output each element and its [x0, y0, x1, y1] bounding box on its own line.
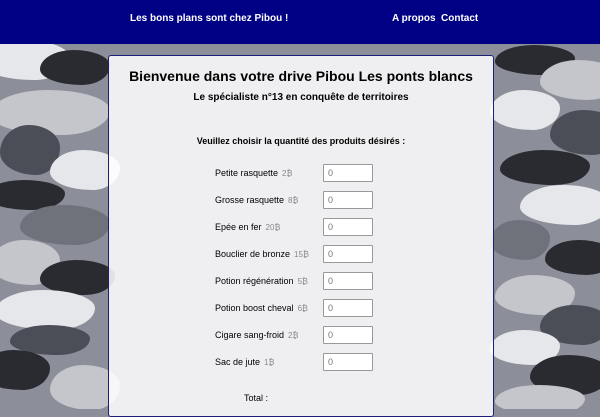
- quantity-input[interactable]: [323, 326, 373, 344]
- product-name: Sac de jute: [215, 357, 261, 367]
- product-row: Grosse rasquette 8₿: [215, 191, 475, 211]
- product-label: Epée en fer 20₿: [215, 222, 280, 232]
- nav-link-a-propos[interactable]: A propos: [392, 13, 436, 24]
- quantity-input[interactable]: [323, 164, 373, 182]
- page-title: Bienvenue dans votre drive Pibou Les pon…: [129, 68, 473, 84]
- quantity-input[interactable]: [323, 272, 373, 290]
- product-name: Potion boost cheval: [215, 303, 294, 313]
- product-row: Potion boost cheval 6₿: [215, 299, 475, 319]
- product-label: Grosse rasquette 8₿: [215, 195, 298, 205]
- top-navbar: Les bons plans sont chez Pibou ! A propo…: [0, 0, 600, 44]
- product-row: Bouclier de bronze 15₿: [215, 245, 475, 265]
- product-row: Potion régénération 5₿: [215, 272, 475, 292]
- product-price: 5₿: [297, 277, 308, 286]
- product-price: 1₿: [264, 358, 275, 367]
- product-price: 15₿: [294, 250, 309, 259]
- product-name: Grosse rasquette: [215, 195, 285, 205]
- product-row: Cigare sang-froid 2₿: [215, 326, 475, 346]
- page-subtitle: Le spécialiste n°13 en conquête de terri…: [193, 92, 409, 103]
- nav-link-contact[interactable]: Contact: [441, 13, 478, 24]
- product-name: Petite rasquette: [215, 168, 279, 178]
- product-name: Potion régénération: [215, 276, 294, 286]
- product-price: 8₿: [288, 196, 299, 205]
- product-label: Cigare sang-froid 2₿: [215, 330, 298, 340]
- product-name: Cigare sang-froid: [215, 330, 285, 340]
- product-price: 2₿: [288, 331, 299, 340]
- product-price: 20₿: [265, 223, 281, 232]
- product-label: Sac de jute 1₿: [215, 357, 274, 367]
- quantity-input[interactable]: [323, 353, 373, 371]
- product-name: Bouclier de bronze: [215, 249, 291, 259]
- product-row: Epée en fer 20₿: [215, 218, 475, 238]
- quantity-input[interactable]: [323, 299, 373, 317]
- product-row: Sac de jute 1₿: [215, 353, 475, 373]
- product-row: Petite rasquette 2₿: [215, 164, 475, 184]
- brand-link[interactable]: Les bons plans sont chez Pibou !: [130, 13, 288, 24]
- order-panel: Bienvenue dans votre drive Pibou Les pon…: [108, 55, 494, 417]
- product-label: Petite rasquette 2₿: [215, 168, 292, 178]
- quantity-instruction: Veuillez choisir la quantité des produit…: [196, 136, 406, 146]
- product-label: Potion boost cheval 6₿: [215, 303, 308, 313]
- product-price: 2₿: [282, 169, 293, 178]
- product-name: Epée en fer: [215, 222, 262, 232]
- quantity-input[interactable]: [323, 191, 373, 209]
- quantity-input[interactable]: [323, 218, 373, 236]
- product-label: Potion régénération 5₿: [215, 276, 308, 286]
- product-label: Bouclier de bronze 15₿: [215, 249, 309, 259]
- quantity-input[interactable]: [323, 245, 373, 263]
- total-label: Total :: [244, 393, 269, 403]
- product-price: 6₿: [297, 304, 308, 313]
